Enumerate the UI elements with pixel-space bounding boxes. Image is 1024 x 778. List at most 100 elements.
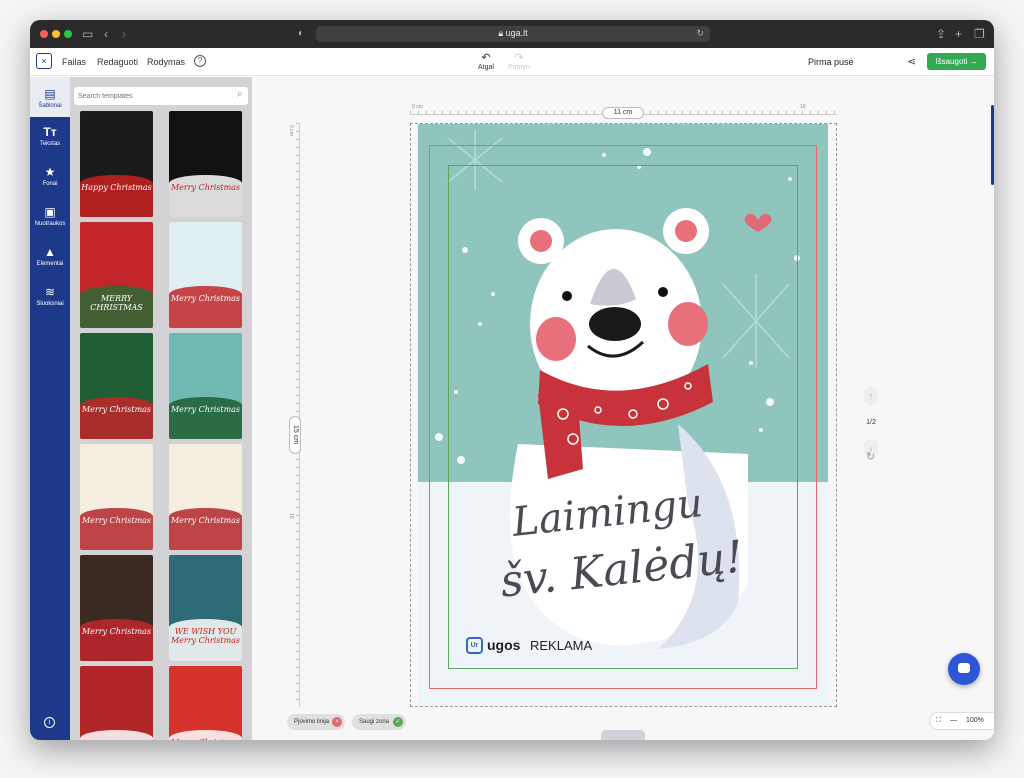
template-thumbnail[interactable] [80, 666, 153, 740]
canvas-workspace: 0 cm 10 11 cm 0 cm 10 15 cm Laimingu šv.… [252, 77, 994, 740]
template-accent [169, 396, 242, 439]
template-thumbnail[interactable]: Merry Christmas [80, 444, 153, 550]
maximize-window-icon[interactable] [64, 30, 72, 38]
redo-label: Pirmyn [508, 64, 530, 71]
close-window-icon[interactable] [40, 30, 48, 38]
nav-elements[interactable]: ▲ Elementai [30, 245, 70, 267]
template-accent [169, 174, 242, 217]
ruler-left: 0 cm 10 [288, 123, 300, 707]
close-editor-button[interactable]: × [36, 53, 52, 69]
share-sheet-icon[interactable]: ⇪ [936, 26, 946, 42]
tab-overview-icon[interactable]: ❐ [974, 26, 985, 42]
browser-window: ▭ ‹ › ◐ 🔒︎ uga.lt ↻ ⇪ + ❐ × Failas Redag… [30, 20, 994, 740]
ruler-top-start: 0 cm [412, 104, 423, 110]
new-tab-icon[interactable]: + [955, 26, 962, 42]
nav-layers[interactable]: ≋ Sluoksniai [30, 285, 70, 307]
star-icon: ★ [44, 165, 56, 179]
template-thumbnail[interactable]: Happy Christmas [80, 111, 153, 217]
save-button[interactable]: Išsaugoti → [927, 53, 986, 70]
zoom-control: ⛶ — 100% + [929, 712, 994, 730]
template-title: Merry Christmas [170, 516, 241, 525]
layers-icon: ≋ [44, 285, 56, 299]
current-page-label[interactable]: Pirma pusė [808, 57, 854, 67]
template-accent [80, 174, 153, 217]
ruler-left-10: 10 [288, 513, 294, 519]
back-icon[interactable]: ‹ [104, 26, 108, 42]
text-icon: Tт [43, 125, 57, 139]
zoom-level: 100% [966, 717, 984, 724]
cut-line-toggle[interactable]: Pjovimo linija × [287, 714, 345, 730]
menu-edit[interactable]: Redaguoti [97, 57, 138, 67]
bottom-drawer-handle[interactable] [601, 730, 645, 740]
forward-icon[interactable]: › [122, 26, 126, 42]
nav-elements-label: Elementai [36, 261, 64, 267]
template-thumbnail[interactable]: Merry Christmas [80, 555, 153, 661]
template-thumbnail[interactable]: Merry Christmas [169, 222, 242, 328]
fit-screen-icon[interactable]: ⛶ [936, 717, 941, 725]
redo-button[interactable]: ↷ Pirmyn [506, 52, 532, 71]
minimize-window-icon[interactable] [52, 30, 60, 38]
reload-icon[interactable]: ↻ [696, 28, 704, 39]
search-icon: ⌕ [236, 88, 243, 100]
template-accent [80, 729, 153, 740]
template-accent [80, 507, 153, 550]
rotate-icon[interactable]: ↻ [866, 450, 875, 463]
nav-layers-label: Sluoksniai [36, 301, 64, 307]
template-thumbnail[interactable]: Merry Christmas [169, 444, 242, 550]
undo-button[interactable]: ↶ Atgal [475, 52, 497, 71]
ruler-top-10: 10 [800, 104, 806, 110]
safe-zone-toggle-icon: ✓ [393, 717, 403, 727]
logo-mark: Ur [466, 637, 483, 654]
address-bar[interactable]: 🔒︎ uga.lt ↻ [316, 26, 710, 42]
nav-backgrounds[interactable]: ★ Fonai [30, 165, 70, 187]
zoom-out-button[interactable]: — [950, 717, 957, 724]
menu-view[interactable]: Rodymas [147, 57, 185, 67]
height-label: 15 cm [289, 416, 301, 454]
cut-line-label: Pjovimo linija [294, 719, 330, 725]
template-accent [80, 396, 153, 439]
nav-text-label: Tekstas [39, 141, 61, 147]
share-icon[interactable]: ⋖ [907, 55, 916, 68]
url-text: 🔒︎ uga.lt [498, 28, 528, 38]
nav-templates-label: Šablonai [38, 103, 62, 109]
template-accent [169, 285, 242, 328]
template-thumbnail[interactable]: WE WISH YOU Merry Christmas [169, 555, 242, 661]
vertical-scrollbar[interactable] [991, 105, 994, 185]
sidebar-toggle-icon[interactable]: ▭ [82, 26, 93, 42]
ruler-left-start: 0 cm [288, 125, 294, 136]
template-title: MERRY CHRISTMAS [90, 294, 143, 312]
nav-photos[interactable]: ▣ Nuotraukos [30, 205, 70, 227]
privacy-shield-icon[interactable]: ◐ [298, 26, 304, 42]
browser-chrome: ▭ ‹ › ◐ 🔒︎ uga.lt ↻ ⇪ + ❐ [30, 20, 994, 48]
template-title: Merry Christmas [81, 627, 152, 636]
nav-text[interactable]: Tт Tekstas [30, 125, 70, 147]
help-icon[interactable]: ? [194, 55, 206, 67]
page-up-button[interactable]: ↑ [864, 387, 878, 405]
template-thumbnail[interactable]: MERRY CHRISTMAS [80, 222, 153, 328]
design-canvas[interactable]: Laimingu šv. Kalėdų! Ur ugos REKLAMA [418, 124, 828, 706]
template-search[interactable]: ⌕ [74, 87, 248, 105]
nav-templates[interactable]: ▤ Šablonai [30, 77, 70, 117]
template-thumbnail[interactable]: Merry Christmas [169, 666, 242, 740]
template-thumbnail[interactable]: Merry Christmas [169, 333, 242, 439]
image-icon: ▣ [44, 205, 56, 219]
chat-button[interactable] [948, 653, 980, 685]
template-title: Merry Christmas [170, 294, 241, 303]
menu-file[interactable]: Failas [62, 57, 86, 67]
nav-backgrounds-label: Fonai [42, 181, 58, 187]
logo-regular-text: REKLAMA [530, 638, 593, 653]
template-title: WE WISH YOU Merry Christmas [170, 627, 241, 645]
template-title: Merry Christmas [170, 405, 241, 414]
templates-icon: ▤ [44, 87, 56, 101]
template-accent [80, 618, 153, 661]
shapes-icon: ▲ [44, 245, 56, 259]
undo-label: Atgal [478, 64, 494, 71]
template-title: Merry Christmas [81, 405, 152, 414]
info-icon[interactable]: i [44, 717, 55, 728]
template-thumbnail[interactable]: Merry Christmas [80, 333, 153, 439]
search-input[interactable] [78, 90, 228, 102]
safe-zone-toggle[interactable]: Saugi zona ✓ [352, 714, 406, 730]
template-thumbnail[interactable]: Merry Christmas [169, 111, 242, 217]
templates-panel: ⌕ Happy Christmas Merry Christmas MERRY CH… [70, 77, 252, 740]
template-title: Merry Christmas [169, 738, 242, 740]
